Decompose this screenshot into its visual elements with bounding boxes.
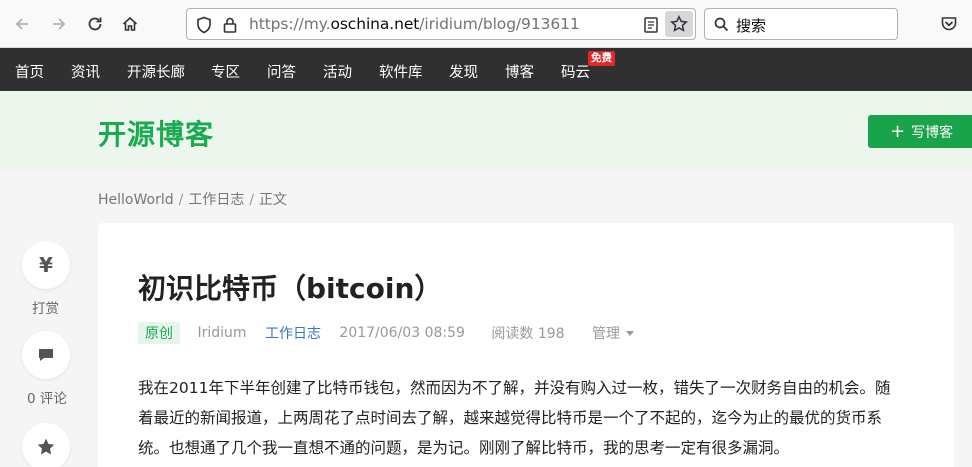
- comment-button[interactable]: [22, 331, 70, 379]
- blog-header: 开源博客 + 写博客: [0, 91, 972, 171]
- home-icon: [122, 16, 138, 31]
- blog-title[interactable]: 开源博客: [98, 113, 214, 153]
- star-icon: [670, 15, 688, 32]
- search-box[interactable]: 搜索: [704, 8, 898, 40]
- original-tag: 原创: [138, 322, 180, 344]
- url-domain: oschina.net: [330, 15, 420, 33]
- article-meta: 原创 Iridium 工作日志 2017/06/03 08:59 阅读数 198…: [138, 322, 634, 344]
- category-link[interactable]: 工作日志: [265, 323, 321, 343]
- breadcrumb-separator: /: [249, 192, 255, 208]
- paragraph-line: 着最近的新闻报道，上两周花了点时间去了解，越来越觉得比特币是一个了不起的，迄今为…: [138, 409, 883, 427]
- breadcrumb-home[interactable]: HelloWorld: [98, 192, 174, 208]
- breadcrumb-current: 正文: [259, 192, 288, 208]
- paragraph-line: 我在2011年下半年创建了比特币钱包，然而因为不了解，并没有购入过一枚，错失了一…: [138, 379, 891, 397]
- nav-item-gitee[interactable]: 码云: [561, 61, 590, 82]
- write-blog-label: 写博客: [911, 124, 954, 141]
- plus-icon: +: [890, 120, 906, 142]
- home-button[interactable]: [116, 10, 144, 38]
- nav-item-zone[interactable]: 专区: [211, 61, 240, 82]
- reward-button[interactable]: ¥: [22, 241, 70, 289]
- article-title: 初识比特币（bitcoin）: [138, 272, 443, 305]
- url-prefix: https://my.: [249, 15, 331, 33]
- comment-bubble-icon: [39, 349, 53, 361]
- yen-icon: ¥: [39, 253, 53, 277]
- read-count: 阅读数 198: [491, 326, 565, 342]
- write-blog-button[interactable]: + 写博客: [868, 115, 972, 148]
- nav-item-events[interactable]: 活动: [323, 61, 352, 82]
- author-link[interactable]: Iridium: [197, 325, 246, 341]
- article-card: 初识比特币（bitcoin） 原创 Iridium 工作日志 2017/06/0…: [98, 223, 954, 467]
- search-icon: [714, 17, 729, 32]
- reward-label: 打赏: [32, 301, 59, 317]
- url-bar[interactable]: https://my.oschina.net/iridium/blog/9136…: [186, 8, 696, 40]
- pocket-icon[interactable]: [940, 15, 958, 33]
- nav-item-news[interactable]: 资讯: [71, 61, 100, 82]
- breadcrumb-category[interactable]: 工作日志: [188, 192, 244, 208]
- url-path: /iridium/blog/913611: [419, 15, 580, 33]
- article-paragraph: 我在2011年下半年创建了比特币钱包，然而因为不了解，并没有购入过一枚，错失了一…: [138, 373, 918, 463]
- star-icon: [37, 438, 55, 455]
- manage-dropdown[interactable]: 管理: [592, 323, 634, 343]
- forward-arrow-icon: [53, 18, 66, 30]
- manage-label: 管理: [592, 326, 620, 342]
- site-nav: 首页 资讯 开源长廊 专区 问答 活动 软件库 发现 博客 码云: [0, 48, 972, 91]
- nav-item-home[interactable]: 首页: [15, 61, 44, 82]
- reload-icon: [88, 17, 102, 31]
- publish-date: 2017/06/03 08:59: [339, 325, 465, 341]
- nav-item-gallery[interactable]: 开源长廊: [127, 61, 185, 82]
- reload-button[interactable]: [81, 10, 109, 38]
- reader-view-icon[interactable]: [641, 15, 661, 35]
- search-input[interactable]: 搜索: [736, 15, 766, 36]
- url-text[interactable]: https://my.oschina.net/iridium/blog/9136…: [249, 15, 580, 33]
- paragraph-line: 统。也想通了几个我一直想不通的问题，是为记。刚刚了解比特币，我的思考一定有很多漏…: [138, 439, 790, 457]
- back-arrow-icon: [15, 18, 28, 30]
- browser-toolbar: https://my.oschina.net/iridium/blog/9136…: [0, 0, 972, 48]
- back-button[interactable]: [8, 10, 36, 38]
- breadcrumb: HelloWorld / 工作日志 / 正文: [98, 189, 287, 209]
- nav-item-software[interactable]: 软件库: [379, 61, 423, 82]
- favorite-button[interactable]: [22, 423, 70, 467]
- shield-icon[interactable]: [195, 16, 213, 34]
- breadcrumb-separator: /: [178, 192, 184, 208]
- nav-item-discover[interactable]: 发现: [449, 61, 478, 82]
- nav-item-blog[interactable]: 博客: [505, 61, 534, 82]
- comment-count-label: 0 评论: [27, 391, 67, 407]
- free-badge: 免费: [588, 51, 615, 66]
- lock-icon[interactable]: [221, 16, 239, 34]
- nav-item-qa[interactable]: 问答: [267, 61, 296, 82]
- caret-down-icon: [626, 330, 634, 336]
- forward-button[interactable]: [45, 10, 73, 38]
- bookmark-button[interactable]: [665, 11, 693, 37]
